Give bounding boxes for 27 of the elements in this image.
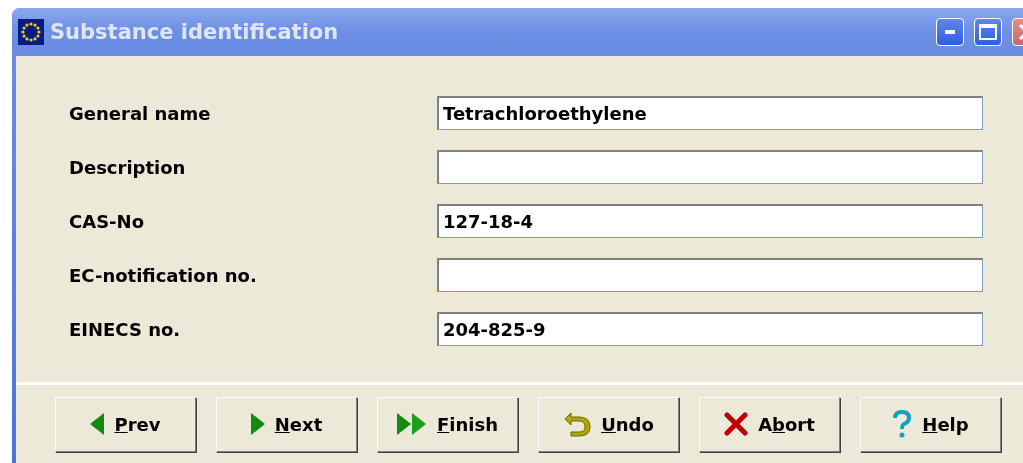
text-field[interactable] [437,150,983,184]
field-label: General name [69,102,212,124]
undo-button[interactable]: Undo [538,396,679,452]
text-field[interactable]: 204-825-9 [437,312,983,346]
field-label: CAS-No [69,210,145,232]
next-button[interactable]: Next [216,396,357,452]
text-field[interactable] [437,258,983,292]
finish-button[interactable]: Finish [377,396,518,452]
cross-icon [724,412,749,436]
double-triangle-icon [397,413,427,435]
right-triangle-icon [250,413,265,435]
minimize-icon [945,30,955,34]
text-field[interactable]: 127-18-4 [437,204,983,238]
left-triangle-icon [90,413,105,435]
window-title: Substance identification [50,20,340,44]
question-mark-icon [892,410,913,438]
undo-arrow-icon [563,411,592,437]
help-button[interactable]: Help [860,396,1001,452]
minimize-button[interactable] [936,18,964,46]
text-field[interactable]: Tetrachloroethylene [437,96,983,130]
field-label: Description [69,156,187,178]
prev-button[interactable]: Prev [55,396,196,452]
abort-button[interactable]: Abort [699,396,840,452]
field-label: EC-notification no. [69,264,258,286]
maximize-button[interactable] [974,18,1002,46]
maximize-icon [979,24,997,40]
field-label: EINECS no. [69,318,182,340]
